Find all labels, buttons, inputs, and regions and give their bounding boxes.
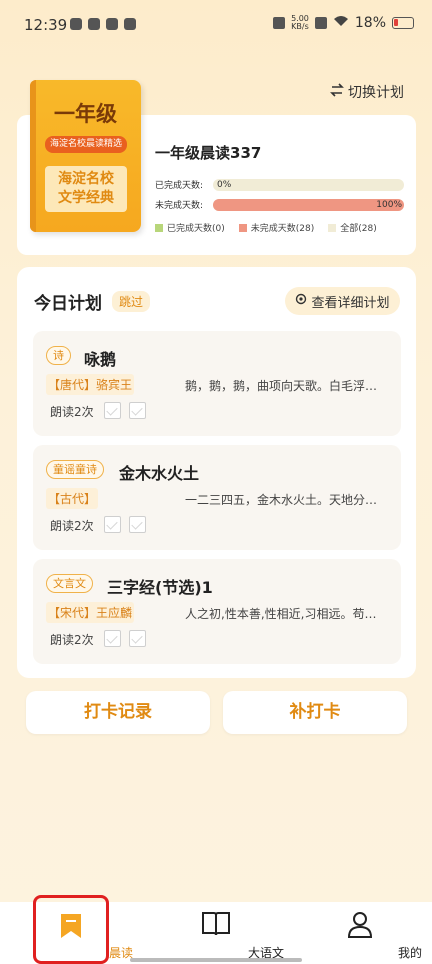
switch-plan-label: 切换计划 bbox=[348, 85, 404, 101]
legend-all: 全部(28) bbox=[328, 221, 377, 234]
view-detail-plan-button[interactable]: 查看详细计划 bbox=[285, 287, 400, 315]
skip-button[interactable]: 跳过 bbox=[112, 291, 151, 312]
network-speed: 5.00 KB/s bbox=[291, 14, 309, 31]
makeup-checkin-button[interactable]: 补打卡 bbox=[223, 691, 407, 734]
item-tag: 文言文 bbox=[46, 574, 93, 593]
item-excerpt: 鹅，鹅，鹅，曲项向天歌。白毛浮绿水，红掌拨清波。 bbox=[185, 379, 385, 393]
battery-percent: 18% bbox=[354, 15, 386, 31]
settings-icon bbox=[295, 293, 307, 309]
notification-icons bbox=[70, 18, 136, 30]
read-checkbox[interactable] bbox=[104, 402, 121, 419]
plan-cover[interactable]: 一年级 海淀名校晨读精选 海淀名校 文学经典 bbox=[30, 80, 141, 232]
cover-badge: 海淀名校晨读精选 bbox=[45, 136, 127, 153]
item-title: 三字经(节选)1 bbox=[107, 578, 213, 597]
legend-completed: 已完成天数(0) bbox=[155, 221, 225, 234]
cover-title: 一年级 bbox=[54, 102, 117, 126]
checkin-record-button[interactable]: 打卡记录 bbox=[26, 691, 210, 734]
read-checkbox[interactable] bbox=[129, 516, 146, 533]
plan-title: 一年级晨读337 bbox=[155, 144, 262, 162]
home-indicator[interactable] bbox=[130, 958, 302, 962]
completed-bar: 0% bbox=[213, 178, 404, 191]
switch-arrows-icon bbox=[330, 83, 344, 101]
nav-mine[interactable]: 我的 bbox=[310, 902, 422, 964]
completed-value: 0% bbox=[217, 179, 232, 190]
read-checkbox[interactable] bbox=[104, 630, 121, 647]
item-title: 金木水火土 bbox=[119, 464, 200, 483]
user-icon bbox=[346, 910, 374, 941]
status-time: 12:39 bbox=[24, 16, 68, 34]
app-notification-icon bbox=[70, 18, 82, 30]
status-right: 5.00 KB/s 18% bbox=[273, 15, 414, 31]
fan-icon bbox=[124, 18, 136, 30]
vibrate-icon bbox=[273, 17, 286, 29]
switch-plan-button[interactable]: 切换计划 bbox=[330, 82, 404, 102]
wifi-icon bbox=[333, 15, 349, 31]
completed-row: 已完成天数: 0% bbox=[155, 178, 404, 191]
uncompleted-row: 未完成天数: 100% bbox=[155, 198, 404, 211]
item-author: 【宋代】王应麟 bbox=[46, 602, 135, 623]
uncompleted-bar: 100% bbox=[213, 198, 404, 211]
nav-mine-label: 我的 bbox=[397, 946, 422, 960]
status-bar: 12:39 5.00 KB/s 18% bbox=[0, 0, 432, 52]
battery-icon bbox=[392, 17, 414, 29]
item-excerpt: 一二三四五，金木水火土。天地分上下，日月照今古。 bbox=[185, 493, 385, 507]
today-plan-title: 今日计划 bbox=[34, 294, 102, 314]
item-author: 【唐代】骆宾王 bbox=[46, 374, 135, 395]
read-checkbox[interactable] bbox=[129, 402, 146, 419]
item-tag: 童谣童诗 bbox=[46, 460, 104, 479]
uncompleted-label: 未完成天数: bbox=[155, 201, 204, 211]
uncompleted-value: 100% bbox=[376, 199, 402, 210]
selection-highlight bbox=[33, 895, 109, 964]
item-tag: 诗 bbox=[46, 346, 71, 365]
item-title: 咏鹅 bbox=[84, 350, 117, 369]
read-checkbox[interactable] bbox=[104, 516, 121, 533]
message-icon bbox=[88, 18, 100, 30]
read-checkbox[interactable] bbox=[129, 630, 146, 647]
item-excerpt: 人之初,性本善,性相近,习相远。苟不教,性乃迁。 bbox=[185, 607, 385, 621]
read-count: 朗读2次 bbox=[50, 519, 94, 533]
book-icon bbox=[200, 910, 232, 941]
sim-icon bbox=[314, 17, 327, 29]
view-detail-label: 查看详细计划 bbox=[311, 295, 390, 311]
tiktok-icon bbox=[106, 18, 118, 30]
cover-subtitle: 海淀名校 文学经典 bbox=[45, 166, 127, 212]
completed-label: 已完成天数: bbox=[155, 181, 204, 191]
progress-legend: 已完成天数(0) 未完成天数(28) 全部(28) bbox=[155, 221, 377, 234]
read-count: 朗读2次 bbox=[50, 633, 94, 647]
item-author: 【古代】 bbox=[46, 488, 99, 509]
read-count: 朗读2次 bbox=[50, 405, 94, 419]
legend-uncompleted: 未完成天数(28) bbox=[238, 221, 314, 234]
nav-chinese[interactable]: 大语文 bbox=[166, 902, 284, 964]
